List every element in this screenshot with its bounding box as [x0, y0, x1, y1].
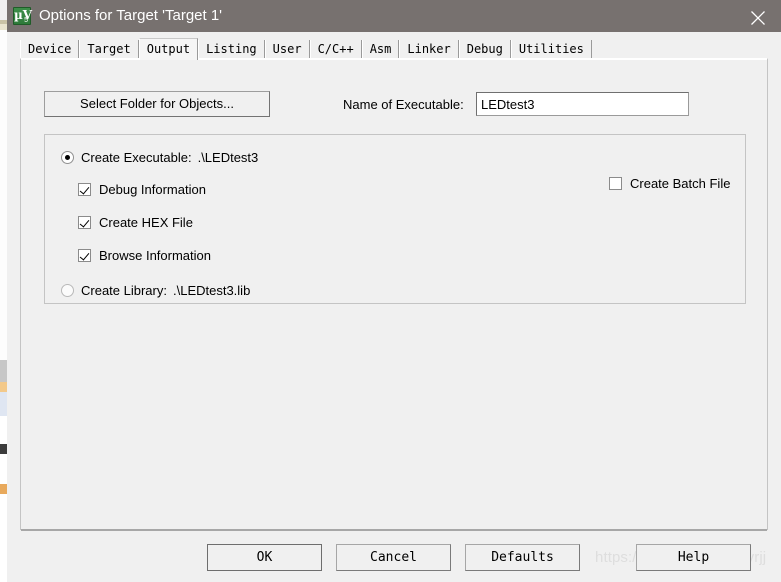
ok-button[interactable]: OK: [207, 544, 322, 571]
defaults-button[interactable]: Defaults: [465, 544, 580, 571]
dialog-titlebar: µV 5 Options for Target 'Target 1': [7, 0, 781, 32]
tab-strip: Device Target Output Listing User C/C++ …: [7, 32, 781, 60]
close-icon[interactable]: [735, 0, 781, 32]
tab-listing[interactable]: Listing: [198, 40, 265, 59]
sliver-band: [0, 416, 7, 444]
keil-uvision-icon: µV 5: [13, 7, 32, 25]
sliver-band: [0, 494, 7, 582]
cancel-button[interactable]: Cancel: [336, 544, 451, 571]
browse-information-row[interactable]: Browse Information: [78, 248, 211, 263]
dialog-title: Options for Target 'Target 1': [39, 7, 223, 24]
tab-c-cpp[interactable]: C/C++: [309, 40, 362, 59]
tab-target[interactable]: Target: [79, 40, 139, 59]
create-executable-radio[interactable]: [61, 151, 74, 164]
create-hex-file-row[interactable]: Create HEX File: [78, 215, 193, 230]
create-executable-path: .\LEDtest3: [197, 150, 259, 165]
sliver-band: [0, 0, 7, 20]
tab-user[interactable]: User: [264, 40, 310, 59]
sliver-band: [0, 444, 7, 454]
sliver-band: [0, 30, 7, 360]
create-library-label: Create Library:: [81, 283, 167, 298]
tab-asm[interactable]: Asm: [361, 40, 400, 59]
name-of-executable-label: Name of Executable:: [343, 97, 464, 112]
sliver-band: [0, 360, 7, 382]
debug-information-row[interactable]: Debug Information: [78, 182, 206, 197]
tab-debug[interactable]: Debug: [458, 40, 511, 59]
create-batch-file-row[interactable]: Create Batch File: [609, 176, 730, 191]
tab-utilities[interactable]: Utilities: [510, 40, 592, 59]
create-executable-label: Create Executable:: [81, 150, 192, 165]
output-tab-page: Select Folder for Objects... Name of Exe…: [20, 58, 768, 531]
help-button[interactable]: Help: [636, 544, 751, 571]
keil-uvision-icon-version: 5: [24, 17, 28, 24]
name-of-executable-input[interactable]: [476, 92, 689, 116]
create-hex-file-label: Create HEX File: [99, 215, 193, 230]
select-folder-for-objects-button[interactable]: Select Folder for Objects...: [44, 91, 270, 117]
sliver-band: [0, 484, 7, 494]
create-library-radio[interactable]: [61, 284, 74, 297]
create-executable-radio-row[interactable]: Create Executable: .\LEDtest3: [61, 150, 258, 165]
debug-information-checkbox[interactable]: [78, 183, 91, 196]
create-hex-file-checkbox[interactable]: [78, 216, 91, 229]
tab-device[interactable]: Device: [20, 40, 80, 59]
browse-information-checkbox[interactable]: [78, 249, 91, 262]
sliver-band: [0, 382, 7, 392]
output-options-groupbox: Create Executable: .\LEDtest3 Debug Info…: [44, 134, 746, 304]
debug-information-label: Debug Information: [99, 182, 206, 197]
browse-information-label: Browse Information: [99, 248, 211, 263]
tab-list: Device Target Output Listing User C/C++ …: [20, 38, 592, 60]
create-library-path: .\LEDtest3.lib: [172, 283, 251, 298]
create-batch-file-checkbox[interactable]: [609, 177, 622, 190]
create-library-radio-row[interactable]: Create Library: .\LEDtest3.lib: [61, 283, 250, 298]
tab-linker[interactable]: Linker: [399, 40, 459, 59]
sliver-band: [0, 454, 7, 484]
tab-output[interactable]: Output: [138, 38, 199, 60]
create-batch-file-label: Create Batch File: [630, 176, 731, 191]
sliver-band: [0, 392, 7, 416]
options-for-target-dialog: µV 5 Options for Target 'Target 1' Devic…: [7, 0, 781, 582]
background-ide-sliver: [0, 0, 7, 582]
